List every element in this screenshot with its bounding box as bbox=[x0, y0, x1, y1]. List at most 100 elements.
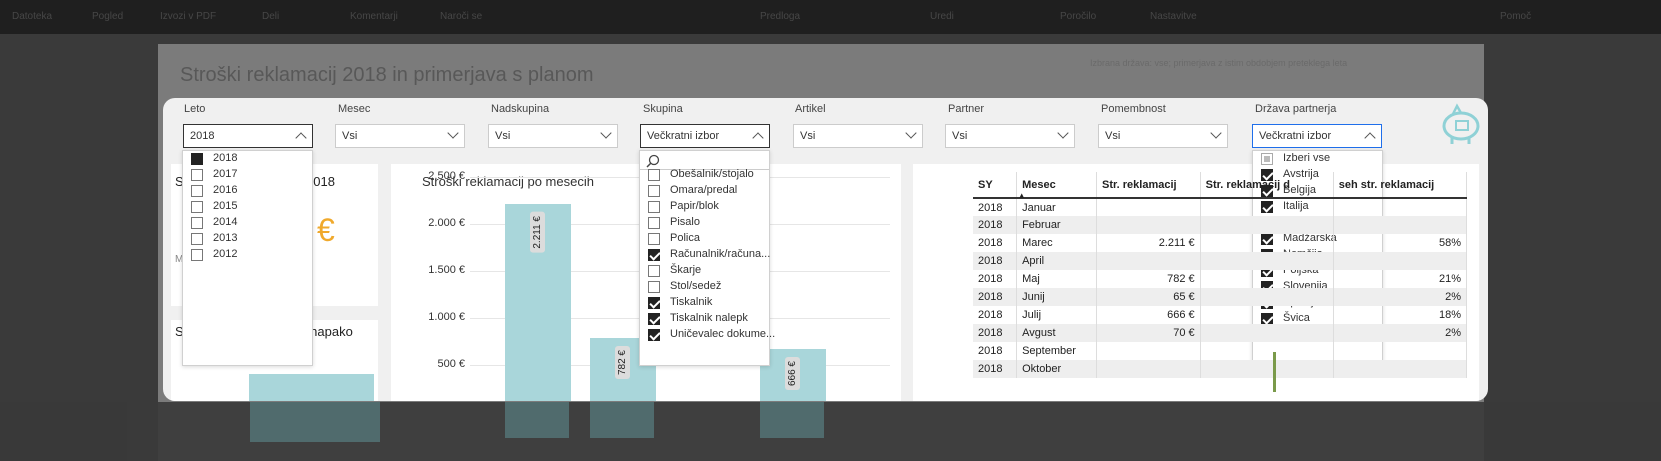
toolbar-item[interactable]: Komentarji bbox=[350, 11, 398, 22]
checkbox-checked-icon[interactable] bbox=[648, 249, 660, 261]
table-row[interactable]: 2018 Januar bbox=[973, 198, 1468, 216]
table-cell: 58% bbox=[1333, 234, 1468, 252]
checkbox-unchecked-icon[interactable] bbox=[191, 169, 203, 181]
dropdown-value: 2018 bbox=[190, 130, 215, 142]
partner-dropdown[interactable]: Vsi bbox=[945, 124, 1075, 148]
table-cell: September bbox=[1016, 342, 1097, 360]
col-header-mesec[interactable]: Mesec ▲ bbox=[1016, 172, 1097, 200]
toolbar-item[interactable]: Poročilo bbox=[1060, 11, 1096, 22]
checkbox-unchecked-icon[interactable] bbox=[648, 233, 660, 245]
toolbar-item[interactable]: Nastavitve bbox=[1150, 11, 1197, 22]
drzava-dropdown[interactable]: Večkratni izbor bbox=[1252, 124, 1382, 148]
table-cell bbox=[1333, 252, 1468, 270]
table-cell bbox=[1096, 252, 1201, 270]
pomembnost-dropdown[interactable]: Vsi bbox=[1098, 124, 1228, 148]
checkbox-unchecked-icon[interactable] bbox=[648, 185, 660, 197]
table-row[interactable]: 2018 Maj 782 € 21% bbox=[973, 270, 1468, 288]
dropdown-value: Vsi bbox=[342, 130, 358, 142]
dropdown-value: Vsi bbox=[495, 130, 511, 142]
table-row[interactable]: 2018 Julij 666 € 18% bbox=[973, 306, 1468, 324]
table-cell bbox=[1200, 252, 1334, 270]
mesec-dropdown[interactable]: Vsi bbox=[335, 124, 465, 148]
checkbox-unchecked-icon[interactable] bbox=[648, 217, 660, 229]
table-row[interactable]: 2018 Avgust 70 € 2% bbox=[973, 324, 1468, 342]
col-header-str-d[interactable]: Str. reklamacij d bbox=[1200, 172, 1334, 199]
table-row[interactable]: 2018 April bbox=[973, 252, 1468, 270]
checkbox-checked-icon[interactable] bbox=[648, 313, 660, 325]
checkbox-checked-icon[interactable] bbox=[191, 153, 203, 165]
monthly-table-wrap: SY Mesec ▲ Str. reklamacij Str. reklamaci… bbox=[968, 170, 1474, 400]
scroll-indicator[interactable] bbox=[1273, 352, 1276, 392]
option-label: 2015 bbox=[213, 200, 238, 212]
chevron-up-icon bbox=[752, 132, 764, 144]
dropdown-value: Večkratni izbor bbox=[1259, 130, 1332, 142]
option-label: Stol/sedež bbox=[670, 280, 722, 292]
bar-data-label: 782 € bbox=[615, 346, 630, 380]
toolbar-item[interactable]: Naroči se bbox=[440, 11, 482, 22]
dropdown-value: Vsi bbox=[1105, 130, 1121, 142]
top-toolbar: Datoteka Pogled Izvozi v PDF Deli Koment… bbox=[0, 0, 1661, 34]
checkbox-unchecked-icon[interactable] bbox=[191, 185, 203, 197]
checkbox-unchecked-icon[interactable] bbox=[191, 233, 203, 245]
checkbox-checked-icon[interactable] bbox=[648, 297, 660, 309]
toolbar-item[interactable]: Uredi bbox=[930, 11, 954, 22]
table-cell: 2018 bbox=[973, 234, 1018, 252]
slicer-label-mesec: Mesec bbox=[338, 103, 371, 115]
toolbar-item[interactable]: Pomoč bbox=[1500, 11, 1531, 22]
toolbar-item[interactable]: Izvozi v PDF bbox=[160, 11, 216, 22]
option-label: 2013 bbox=[213, 232, 238, 244]
table-cell bbox=[1333, 198, 1468, 216]
checkbox-unchecked-icon[interactable] bbox=[648, 265, 660, 277]
toolbar-item[interactable]: Predloga bbox=[760, 11, 800, 22]
col-header-sy[interactable]: SY bbox=[973, 172, 1018, 199]
table-cell bbox=[1333, 342, 1468, 360]
table-row[interactable]: 2018 Marec 2.211 € 58% bbox=[973, 234, 1468, 252]
checkbox-checked-icon[interactable] bbox=[1261, 153, 1273, 165]
option-label: Škarje bbox=[670, 264, 702, 276]
col-header-str[interactable]: Str. reklamacij bbox=[1096, 172, 1201, 199]
table-cell bbox=[1200, 342, 1334, 360]
chevron-up-icon bbox=[1364, 132, 1376, 144]
table-row[interactable]: 2018 Junij 65 € 2% bbox=[973, 288, 1468, 306]
checkbox-unchecked-icon[interactable] bbox=[191, 217, 203, 229]
table-cell: Februar bbox=[1016, 216, 1097, 234]
table-cell: Maj bbox=[1016, 270, 1097, 288]
skupina-dropdown[interactable]: Večkratni izbor bbox=[640, 124, 770, 148]
toolbar-item[interactable]: Pogled bbox=[92, 11, 123, 22]
slicer-label-skupina: Skupina bbox=[643, 103, 683, 115]
toolbar-item[interactable]: Datoteka bbox=[12, 11, 52, 22]
checkbox-checked-icon[interactable] bbox=[648, 329, 660, 341]
dropdown-value: Večkratni izbor bbox=[647, 130, 720, 142]
table-cell: Oktober bbox=[1016, 360, 1097, 378]
option-label: Papir/blok bbox=[670, 200, 719, 212]
option-label: 2017 bbox=[213, 168, 238, 180]
artikel-dropdown[interactable]: Vsi bbox=[793, 124, 923, 148]
checkbox-unchecked-icon[interactable] bbox=[648, 281, 660, 293]
table-cell bbox=[1096, 216, 1201, 234]
dim-bar bbox=[505, 402, 569, 438]
table-cell bbox=[1096, 360, 1201, 378]
dim-bar bbox=[590, 402, 654, 438]
table-row[interactable]: 2018 September bbox=[973, 342, 1468, 360]
leto-dropdown[interactable]: 2018 bbox=[183, 124, 313, 148]
defect-bar bbox=[249, 374, 374, 401]
col-header-delez[interactable]: seh str. reklamacij bbox=[1333, 172, 1468, 199]
option-label: Polica bbox=[670, 232, 700, 244]
table-cell bbox=[1200, 288, 1334, 306]
checkbox-unchecked-icon[interactable] bbox=[191, 201, 203, 213]
checkbox-unchecked-icon[interactable] bbox=[648, 201, 660, 213]
table-row[interactable]: 2018 Februar bbox=[973, 216, 1468, 234]
col-header-label: Mesec bbox=[1022, 178, 1056, 191]
checkbox-unchecked-icon[interactable] bbox=[191, 249, 203, 261]
nadskupina-dropdown[interactable]: Vsi bbox=[488, 124, 618, 148]
option-label: Izberi vse bbox=[1283, 152, 1331, 164]
monthly-table: SY Mesec ▲ Str. reklamacij Str. reklamaci… bbox=[973, 172, 1468, 378]
table-cell: Avgust bbox=[1016, 324, 1097, 342]
toolbar-item[interactable]: Deli bbox=[262, 11, 279, 22]
table-cell bbox=[1333, 360, 1468, 378]
table-row[interactable]: 2018 Oktober bbox=[973, 360, 1468, 378]
table-cell bbox=[1200, 306, 1334, 324]
checkbox-unchecked-icon[interactable] bbox=[648, 169, 660, 181]
bar-data-label: 666 € bbox=[785, 357, 800, 391]
table-cell bbox=[1200, 234, 1334, 252]
